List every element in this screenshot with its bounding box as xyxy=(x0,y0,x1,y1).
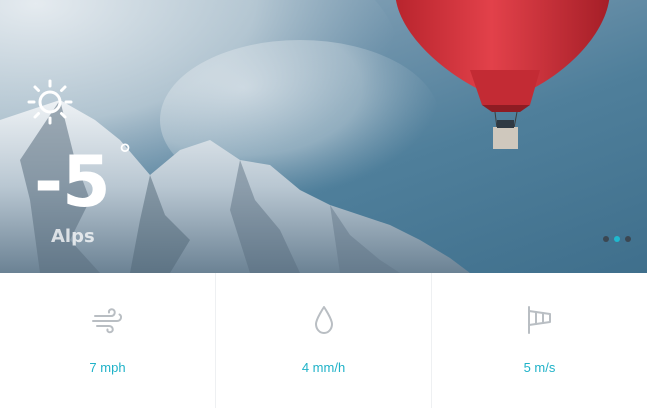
carousel-dot-1[interactable] xyxy=(603,236,609,242)
background-scene xyxy=(0,0,610,273)
stat-precipitation: 4 mm/h xyxy=(216,273,432,408)
precipitation-value: 4 mm/h xyxy=(301,360,346,375)
carousel-dot-3[interactable] xyxy=(625,236,631,242)
carousel-pagination xyxy=(603,236,631,242)
weather-stats: 7 mph 4 mm/h 5 m/s xyxy=(0,273,647,408)
drop-icon xyxy=(314,306,333,334)
carousel-dot-2[interactable] xyxy=(614,236,620,242)
weather-hero: -5 ° Alps xyxy=(0,0,647,273)
stat-wind-gust: 5 m/s xyxy=(432,273,647,408)
wind-speed-value: 7 mph xyxy=(89,360,126,375)
temperature-value: -5 xyxy=(34,141,111,223)
stat-wind: 7 mph xyxy=(0,273,216,408)
location-label: Alps xyxy=(51,226,95,247)
windsock-icon xyxy=(527,306,551,334)
sun-icon xyxy=(27,79,73,125)
wind-icon xyxy=(91,308,122,334)
wind-gust-value: 5 m/s xyxy=(523,360,556,375)
degree-symbol: ° xyxy=(118,138,132,171)
